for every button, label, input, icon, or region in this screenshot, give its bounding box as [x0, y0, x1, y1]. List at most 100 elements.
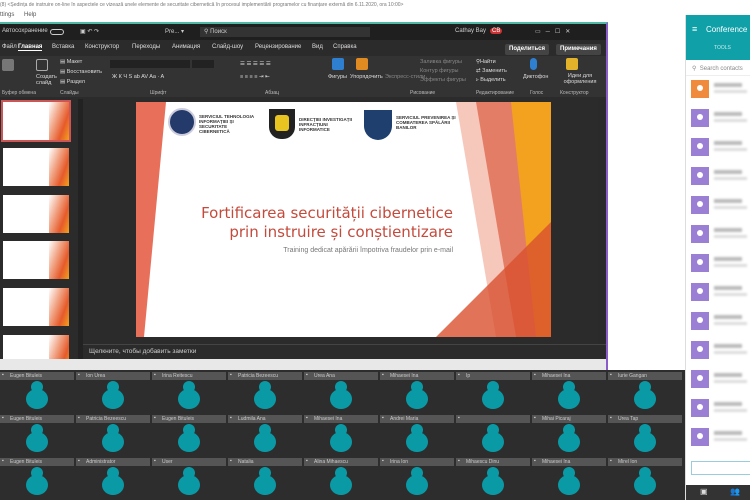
contact-item[interactable] [691, 225, 747, 247]
file-name[interactable]: Pre... ▾ [165, 28, 184, 35]
participant-tile[interactable]: Mihaescu Dinu [456, 456, 532, 499]
participant-tile[interactable]: Eugen Bituleis [0, 370, 76, 413]
participant-tile[interactable]: Irina Ion [380, 456, 456, 499]
participant-tile[interactable]: Administrator [76, 456, 152, 499]
participant-tile[interactable]: Ip [456, 370, 532, 413]
thumbnail-scrollbar[interactable] [78, 99, 83, 364]
participant-tile[interactable]: Mirel Ion [608, 456, 684, 499]
shape-outline-button[interactable]: Контур фигуры [420, 68, 458, 74]
slide-thumbnail[interactable] [3, 148, 69, 186]
shapes-button[interactable]: Фигуры [328, 74, 347, 80]
find-button[interactable]: ⚲Найти [476, 59, 496, 65]
participant-tile[interactable]: Ludmila Ana [228, 413, 304, 456]
participant-tile[interactable]: Mihaesei Ina [532, 456, 608, 499]
autosave-switch[interactable] [50, 29, 64, 35]
section-button[interactable]: ▤ Раздел [60, 79, 85, 85]
dictate-button[interactable]: Диктофон [523, 74, 548, 80]
tab-view[interactable]: Вид [312, 44, 323, 50]
paragraph-buttons[interactable]: ☰ ☰ ☰ ☰ ☰ [240, 61, 271, 67]
participant-tile[interactable]: Mihaesei Ina [304, 413, 380, 456]
contact-item[interactable] [691, 312, 747, 334]
contact-search[interactable]: ⚲ Search contacts [686, 62, 750, 76]
tab-insert[interactable]: Вставка [52, 44, 74, 50]
design-ideas-button[interactable]: Идеи для оформления [560, 73, 600, 85]
window-controls[interactable]: ▭ ─ ☐ ✕ [535, 28, 570, 35]
tab-file[interactable]: Файл [2, 44, 17, 50]
arrange-button[interactable]: Упорядочить [350, 74, 383, 80]
contact-item[interactable] [691, 428, 747, 450]
participant-tile[interactable]: Patricia Bezeescu [228, 370, 304, 413]
reset-button[interactable]: ▤ Восстановить [60, 69, 102, 75]
arrange-icon[interactable] [356, 58, 368, 72]
alignment-buttons[interactable]: ≡ ≡ ≡ ≡ ⇥ ⇤ [240, 74, 270, 80]
new-slide-button[interactable]: Создать слайд [36, 74, 58, 86]
tab-home[interactable]: Главная [18, 44, 43, 51]
tab-transitions[interactable]: Переходы [132, 44, 160, 50]
tab-design[interactable]: Конструктор [85, 44, 119, 50]
search-box[interactable]: ⚲ Поиск [200, 27, 370, 37]
contacts-icon[interactable]: ▣ [700, 487, 708, 496]
tools-tab[interactable]: TOOLS [714, 45, 731, 51]
participant-tile[interactable]: Mihaesei Ina [532, 370, 608, 413]
tab-animations[interactable]: Анимация [172, 44, 200, 50]
contact-item[interactable] [691, 399, 747, 421]
contact-item[interactable] [691, 254, 747, 276]
contact-item[interactable] [691, 341, 747, 363]
font-format-buttons[interactable]: Ж К Ч S ab AV Aa · A [112, 74, 164, 80]
participant-tile[interactable]: Patricia Bezeescu [76, 413, 152, 456]
select-button[interactable]: ▹ Выделить [476, 77, 506, 83]
tab-slideshow[interactable]: Слайд-шоу [212, 44, 243, 50]
participant-tile[interactable]: Mihaesei Ina [380, 370, 456, 413]
participant-tile[interactable] [456, 413, 532, 456]
font-size-field[interactable] [192, 60, 214, 68]
participant-tile[interactable]: Urea Tap [608, 413, 684, 456]
paste-icon[interactable] [2, 59, 14, 73]
new-slide-icon[interactable] [36, 59, 48, 73]
participant-tile[interactable]: Ion Urea [76, 370, 152, 413]
menu-help[interactable]: Help [24, 12, 36, 18]
participant-tile[interactable]: Eugen Bituleis [0, 456, 76, 499]
participant-tile[interactable]: Eugen Bituleis [152, 413, 228, 456]
menu-settings[interactable]: ttings [0, 12, 14, 18]
design-ideas-icon[interactable] [566, 58, 578, 72]
comments-button[interactable]: Примечания [556, 44, 601, 55]
notes-pane[interactable]: Щелкните, чтобы добавить заметки [83, 344, 606, 357]
contact-item[interactable] [691, 283, 747, 305]
participant-tile[interactable]: Andrei Maria [380, 413, 456, 456]
slide-thumbnail[interactable] [3, 195, 69, 233]
layout-button[interactable]: ▤ Макет [60, 59, 82, 65]
contact-item[interactable] [691, 370, 747, 392]
contact-item[interactable] [691, 138, 747, 160]
participant-tile[interactable]: Alina Mihaescu [304, 456, 380, 499]
shape-fill-button[interactable]: Заливка фигуры [420, 59, 462, 65]
contact-item[interactable] [691, 167, 747, 189]
autosave-toggle[interactable]: Автосохранение [2, 28, 48, 34]
participant-tile[interactable]: Mihai Picaraj [532, 413, 608, 456]
contact-item[interactable] [691, 109, 747, 131]
users-icon[interactable]: 👥 [730, 487, 740, 496]
font-name-field[interactable] [110, 60, 190, 68]
participant-tile[interactable]: Urea Ana [304, 370, 380, 413]
slide-thumbnail[interactable] [3, 288, 69, 326]
contact-item[interactable] [691, 196, 747, 218]
participant-tile[interactable]: Natalia [228, 456, 304, 499]
participant-tile[interactable]: Iurie Gangan [608, 370, 684, 413]
contact-item[interactable] [691, 80, 747, 102]
replace-button[interactable]: ⇄ Заменить [476, 68, 507, 74]
user-avatar[interactable]: CB [490, 28, 503, 34]
sidebar-action-button[interactable] [691, 461, 750, 475]
shape-effects-button[interactable]: Эффекты фигуры [420, 77, 466, 83]
save-icon[interactable]: ▣ ↶ ↷ [80, 28, 99, 35]
tab-help[interactable]: Справка [333, 44, 357, 50]
slide-thumbnail[interactable] [1, 100, 71, 142]
slide-canvas[interactable]: SERVICIUL TEHNOLOGIA INFORMAȚIEI ȘI SECU… [136, 102, 551, 337]
tab-review[interactable]: Рецензирование [255, 44, 301, 50]
hamburger-menu-icon[interactable]: ≡ [692, 24, 697, 34]
microphone-icon[interactable] [530, 58, 537, 72]
shapes-icon[interactable] [332, 58, 344, 72]
share-button[interactable]: Поделиться [505, 44, 550, 55]
participant-tile[interactable]: User [152, 456, 228, 499]
slide-scrollbar[interactable] [598, 99, 606, 344]
participant-tile[interactable]: Irina Reitescu [152, 370, 228, 413]
participant-tile[interactable]: Eugen Bituleis [0, 413, 76, 456]
